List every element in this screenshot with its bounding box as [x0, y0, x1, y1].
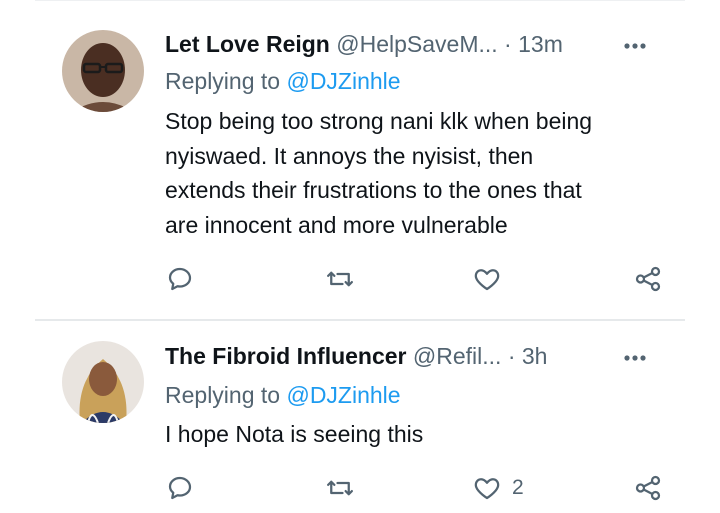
tweet-header: The Fibroid Influencer @Refil... · 3h [165, 343, 547, 370]
user-handle[interactable]: @Refil... [413, 343, 502, 369]
tweet-text-line: Stop being too strong nani klk when bein… [165, 108, 593, 134]
retweet-button[interactable] [325, 473, 355, 503]
display-name[interactable]: The Fibroid Influencer [165, 343, 407, 369]
share-button[interactable] [633, 264, 663, 294]
reply-mention-link[interactable]: @DJZinhle [286, 68, 400, 94]
display-name[interactable]: Let Love Reign [165, 31, 330, 57]
like-button[interactable]: 2 [472, 473, 524, 503]
retweet-button[interactable] [325, 264, 355, 294]
share-button[interactable] [633, 473, 663, 503]
reply-button[interactable] [165, 264, 195, 294]
more-icon[interactable] [620, 348, 650, 368]
like-button[interactable] [472, 264, 512, 294]
retweet-icon [327, 271, 353, 287]
user-handle[interactable]: @HelpSaveM... [336, 31, 497, 57]
share-icon [635, 475, 661, 501]
separator-dot: · [507, 343, 516, 369]
reply-mention-link[interactable]: @DJZinhle [286, 382, 400, 408]
avatar[interactable] [62, 341, 144, 423]
avatar[interactable] [62, 30, 144, 112]
tweet-1[interactable]: Let Love Reign @HelpSaveM... · 13m Reply… [0, 0, 720, 320]
tweet-2[interactable]: The Fibroid Influencer @Refil... · 3h Re… [0, 321, 720, 513]
tweet-text-line: I hope Nota is seeing this [165, 421, 424, 447]
replying-prefix: Replying to [165, 68, 281, 94]
tweet-text-line: extends their frustrations to the ones t… [165, 177, 582, 203]
reply-icon [168, 267, 192, 291]
like-count: 2 [512, 476, 524, 499]
more-icon[interactable] [620, 36, 650, 56]
tweet-text-line: nyiswaed. It annoys the nyisist, then [165, 142, 534, 169]
separator-dot: · [504, 31, 512, 57]
retweet-icon [327, 480, 353, 496]
like-icon [474, 478, 500, 500]
replying-to: Replying to @DJZinhle [165, 382, 401, 409]
replying-to: Replying to @DJZinhle [165, 68, 401, 95]
like-icon [474, 269, 500, 291]
timestamp[interactable]: 13m [518, 31, 563, 57]
reply-button[interactable] [165, 473, 195, 503]
timestamp[interactable]: 3h [522, 343, 548, 369]
tweet-header: Let Love Reign @HelpSaveM... · 13m [165, 31, 563, 58]
tweet-text: I hope Nota is seeing this [165, 417, 685, 452]
tweet-text: Stop being too strong nani klk when bein… [165, 104, 685, 242]
tweet-text-line: are innocent and more vulnerable [165, 211, 508, 238]
share-icon [635, 266, 661, 292]
reply-icon [168, 476, 192, 500]
replying-prefix: Replying to [165, 382, 281, 408]
